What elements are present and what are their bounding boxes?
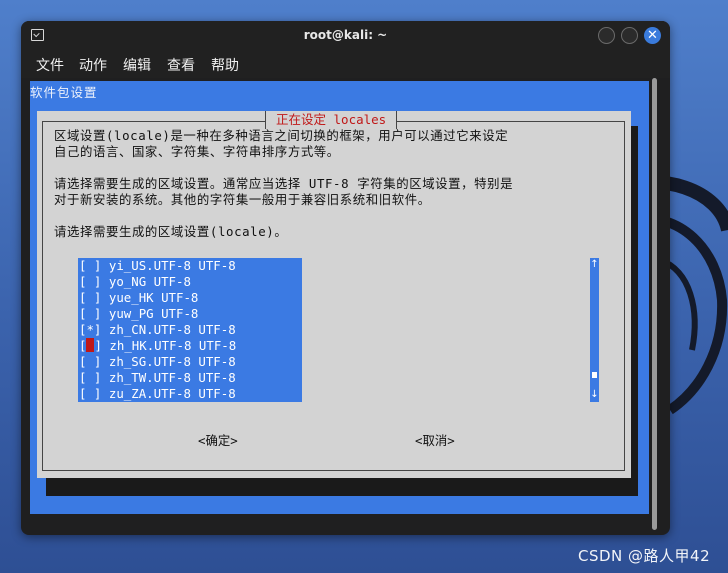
locale-item-focused[interactable]: [] zh_HK.UTF-8 UTF-8 [79,338,236,354]
checkbox[interactable]: [ ] [79,354,101,369]
locale-label: yi_US.UTF-8 UTF-8 [108,258,236,273]
maximize-button[interactable] [621,27,638,44]
description-line: 自己的语言、国家、字符集、字符串排序方式等。 [54,144,340,159]
scroll-up-icon[interactable]: ↑ [590,260,599,270]
locale-label: zh_HK.UTF-8 UTF-8 [109,338,237,353]
terminal-screen[interactable]: 软件包设置 正在设定 locales 区域设置(locale)是一种在多种语言之… [30,81,650,514]
checkbox[interactable]: [ ] [79,306,101,321]
locale-label: zh_SG.UTF-8 UTF-8 [108,354,236,369]
locales-dialog: 正在设定 locales 区域设置(locale)是一种在多种语言之间切换的框架… [37,111,631,478]
menu-help[interactable]: 帮助 [211,55,239,75]
checkbox[interactable]: [] [79,338,102,353]
close-icon: ✕ [647,28,658,43]
locale-item[interactable]: [*] zh_CN.UTF-8 UTF-8 [79,322,236,338]
menu-edit[interactable]: 编辑 [123,55,151,75]
locale-item[interactable]: [ ] yi_US.UTF-8 UTF-8 [79,258,236,274]
locale-item[interactable]: [ ] zh_SG.UTF-8 UTF-8 [79,354,236,370]
close-button[interactable]: ✕ [644,27,661,44]
list-scrollbar[interactable]: ↑ ↓ [590,258,599,402]
checkbox[interactable]: [*] [79,322,101,337]
locale-label: yo_NG UTF-8 [108,274,191,289]
title-bar[interactable]: root@kali: ~ ✕ [21,21,670,52]
locale-item[interactable]: [ ] zh_TW.UTF-8 UTF-8 [79,370,236,386]
menu-file[interactable]: 文件 [36,55,64,75]
locale-item[interactable]: [ ] yue_HK UTF-8 [79,290,198,306]
scroll-down-icon[interactable]: ↓ [590,390,599,400]
menu-bar: 文件 动作 编辑 查看 帮助 [21,52,670,78]
minimize-button[interactable] [598,27,615,44]
prompt-line: 请选择需要生成的区域设置(locale)。 [54,224,288,239]
ok-button[interactable]: <确定> [198,431,238,449]
checkbox[interactable]: [ ] [79,370,101,385]
terminal-window: root@kali: ~ ✕ 文件 动作 编辑 查看 帮助 软件包设置 正在设定… [21,21,670,535]
dialog-title: 正在设定 locales [265,111,398,129]
locale-item[interactable]: [ ] yuw_PG UTF-8 [79,306,198,322]
instruction-line: 请选择需要生成的区域设置。通常应当选择 UTF-8 字符集的区域设置，特别是 [54,176,514,191]
cancel-button[interactable]: <取消> [415,431,455,449]
menu-view[interactable]: 查看 [167,55,195,75]
locale-label: yue_HK UTF-8 [108,290,199,305]
locale-item[interactable]: [ ] zu_ZA.UTF-8 UTF-8 [79,386,236,402]
locale-label: yuw_PG UTF-8 [108,306,199,321]
checkbox[interactable]: [ ] [79,274,101,289]
locale-label: zh_TW.UTF-8 UTF-8 [108,370,236,385]
locale-label: zh_CN.UTF-8 UTF-8 [108,322,236,337]
window-scroll-thumb[interactable] [652,78,657,530]
checkbox[interactable]: [ ] [79,290,101,305]
window-scrollbar[interactable] [649,78,662,533]
locale-label: zu_ZA.UTF-8 UTF-8 [108,386,236,401]
checkbox[interactable]: [ ] [79,386,101,401]
checkbox[interactable]: [ ] [79,258,101,273]
menu-action[interactable]: 动作 [79,55,107,75]
instruction-line: 对于新安装的系统。其他的字符集一般用于兼容旧系统和旧软件。 [54,192,431,207]
scroll-thumb[interactable] [592,372,597,378]
description-line: 区域设置(locale)是一种在多种语言之间切换的框架，用户可以通过它来设定 [54,128,509,143]
text-cursor [86,338,95,352]
locale-list[interactable]: [ ] yi_US.UTF-8 UTF-8 [ ] yo_NG UTF-8 [ … [78,258,302,402]
csdn-watermark: CSDN @路人甲42 [578,547,711,565]
locale-item[interactable]: [ ] yo_NG UTF-8 [79,274,191,290]
window-title: root@kali: ~ [303,28,388,42]
package-config-title: 软件包设置 [30,85,98,100]
